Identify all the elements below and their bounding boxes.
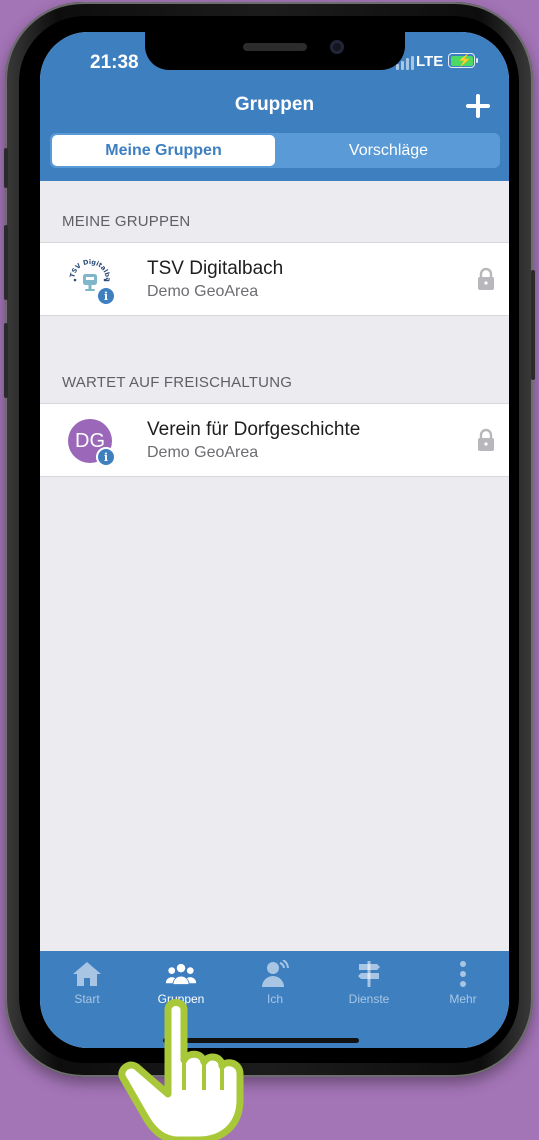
tab-mehr[interactable]: Mehr bbox=[416, 951, 509, 1021]
info-icon: i bbox=[96, 447, 116, 467]
battery-charging-icon: ⚡ bbox=[448, 53, 478, 68]
group-row-tsv-digitalbach[interactable]: TSV Digitalbach i TSV Digitalbach Demo G… bbox=[40, 242, 509, 316]
group-subtitle: Demo GeoArea bbox=[147, 283, 259, 300]
tab-label: Mehr bbox=[449, 992, 477, 1006]
mute-switch bbox=[4, 148, 8, 188]
tsv-logo-avatar: TSV Digitalbach i bbox=[66, 252, 116, 306]
info-icon: i bbox=[96, 286, 116, 306]
group-icon bbox=[165, 960, 197, 988]
page-title: Gruppen bbox=[234, 94, 315, 115]
home-icon bbox=[71, 960, 103, 988]
app-screen: 21:38 LTE ⚡ Gruppen Meine Gruppen Vorsch… bbox=[40, 32, 509, 1048]
tab-vorschlaege[interactable]: Vorschläge bbox=[277, 133, 500, 168]
group-title: Verein für Dorfgeschichte bbox=[147, 419, 361, 440]
tap-hand-icon bbox=[118, 999, 244, 1140]
group-subtitle: Demo GeoArea bbox=[147, 444, 259, 461]
volume-up-button bbox=[4, 225, 8, 300]
tab-label: Ich bbox=[266, 992, 283, 1006]
status-time: 21:38 bbox=[90, 52, 139, 73]
group-title: TSV Digitalbach bbox=[147, 258, 284, 279]
more-icon bbox=[447, 960, 479, 988]
notch bbox=[145, 32, 405, 70]
add-group-button[interactable] bbox=[460, 88, 496, 124]
volume-down-button bbox=[4, 323, 8, 398]
tab-meine-gruppen[interactable]: Meine Gruppen bbox=[52, 135, 275, 166]
power-button bbox=[531, 270, 535, 380]
front-camera bbox=[330, 40, 344, 54]
signpost-icon bbox=[353, 960, 385, 988]
speaker-grille bbox=[243, 43, 307, 51]
avatar-initials: DG i bbox=[68, 419, 116, 467]
bottom-tab-bar: Start Gruppen Ich Dienste Mehr bbox=[40, 951, 509, 1048]
tab-label: Dienste bbox=[348, 992, 390, 1006]
person-icon bbox=[259, 960, 291, 988]
section-header-my-groups: MEINE GRUPPEN bbox=[62, 213, 191, 230]
tab-dienste[interactable]: Dienste bbox=[322, 951, 416, 1021]
tab-label: Start bbox=[74, 992, 100, 1006]
group-row-verein-fuer-dorfgeschichte[interactable]: DG i Verein für Dorfgeschichte Demo GeoA… bbox=[40, 403, 509, 477]
lock-icon bbox=[478, 267, 494, 290]
segmented-control: Meine Gruppen Vorschläge bbox=[50, 133, 500, 168]
section-header-pending-approval: WARTET AUF FREISCHALTUNG bbox=[62, 374, 293, 391]
lock-icon bbox=[478, 428, 494, 451]
network-label: LTE bbox=[416, 53, 444, 70]
